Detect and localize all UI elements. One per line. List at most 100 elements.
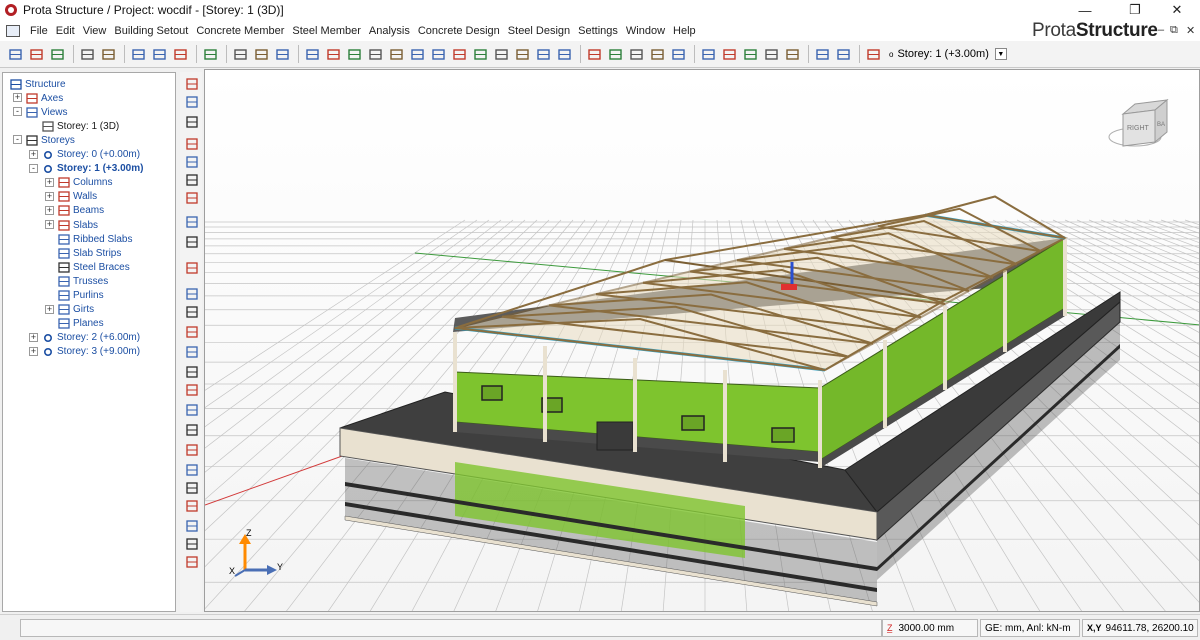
t-section-icon[interactable] [183,114,200,130]
storey-up-icon[interactable] [183,324,200,340]
grid-view-icon[interactable] [699,45,718,64]
tree-item[interactable]: Purlins [57,289,104,303]
tree-item[interactable]: Planes [57,317,104,331]
save-icon[interactable] [48,45,67,64]
settings-dd-icon[interactable] [864,45,883,64]
expand-icon[interactable]: + [13,93,22,103]
tree-item[interactable]: + Walls [45,190,97,204]
redo-icon[interactable] [171,45,190,64]
tree-item[interactable]: Ribbed Slabs [57,232,132,246]
pencil-icon[interactable] [183,76,200,92]
brace-x-icon[interactable] [585,45,604,64]
globe-icon[interactable] [183,94,200,110]
menu-building-setout[interactable]: Building Setout [110,25,192,37]
storey-add-icon[interactable] [183,382,200,398]
tree-item[interactable]: + Storey: 0 (+0.00m) [29,148,140,162]
new-file-icon[interactable] [6,45,25,64]
menu-analysis[interactable]: Analysis [365,25,414,37]
close-button[interactable]: ✕ [1154,0,1200,20]
tree-item[interactable]: - Storeys [13,133,75,147]
delete-icon[interactable] [273,45,292,64]
storey-list-icon[interactable] [183,364,200,380]
open-folder-icon[interactable] [27,45,46,64]
tree-item[interactable]: + Beams [45,204,104,218]
brace-icon[interactable] [492,45,511,64]
copy-icon[interactable] [129,45,148,64]
section-cut-icon[interactable] [183,214,200,230]
layers-icon[interactable] [813,45,832,64]
zoom-out-icon[interactable] [183,190,200,206]
3d-viewport[interactable]: Z X Y RIGHT BA [204,69,1200,612]
storey-plan-icon[interactable] [183,260,200,276]
mdi-restore-button[interactable]: ⧉ [1170,24,1178,37]
storey-print-icon[interactable] [183,518,200,534]
report-icon[interactable] [783,45,802,64]
storey-move-icon[interactable] [183,442,200,458]
storey-render-icon[interactable] [183,536,200,552]
tree-item[interactable]: Slab Strips [57,246,121,260]
storey-check-icon[interactable] [183,554,200,570]
line-icon[interactable] [324,45,343,64]
purlin-icon[interactable] [606,45,625,64]
column-icon[interactable] [366,45,385,64]
tree-item[interactable]: - Views [13,105,68,119]
tree-item[interactable]: + Storey: 2 (+6.00m) [29,331,140,345]
copy-view-icon[interactable] [183,234,200,250]
expand-icon[interactable]: + [29,332,38,342]
menu-edit[interactable]: Edit [52,25,79,37]
undo-icon[interactable] [150,45,169,64]
collapse-icon[interactable]: - [13,107,22,117]
zoom-window-icon[interactable] [183,136,200,152]
roof-icon[interactable] [627,45,646,64]
tree-item[interactable]: Structure [9,77,66,91]
select-window-icon[interactable] [252,45,271,64]
expand-icon[interactable]: + [29,149,38,159]
analysis-icon[interactable] [669,45,688,64]
storey-delete-icon[interactable] [183,422,200,438]
wall-icon[interactable] [387,45,406,64]
tree-item[interactable]: + Axes [13,91,63,105]
minimize-button[interactable]: — [1062,0,1108,20]
beam-icon[interactable] [408,45,427,64]
collapse-icon[interactable]: - [13,135,22,145]
zoom-extents-icon[interactable] [201,45,220,64]
truss-icon[interactable] [471,45,490,64]
pointer-icon[interactable] [303,45,322,64]
chevron-down-icon[interactable]: ▼ [994,48,1007,60]
zoom-in-icon[interactable] [183,172,200,188]
tree-item[interactable]: Trusses [57,274,108,288]
foundation-icon[interactable] [534,45,553,64]
tree-item[interactable]: - Storey: 1 (+3.00m) [29,162,143,176]
axis-icon[interactable] [345,45,364,64]
menu-concrete-design[interactable]: Concrete Design [414,25,504,37]
storey-filter-icon[interactable] [183,480,200,496]
3d-scene[interactable]: Z X Y RIGHT BA [205,70,1200,612]
expand-icon[interactable]: + [45,191,54,201]
storey-down-icon[interactable] [183,344,200,360]
maximize-button[interactable]: ❐ [1112,0,1158,20]
layers-icon[interactable] [183,286,200,302]
mdi-close-button[interactable]: ✕ [1186,24,1195,37]
steel-beam-icon[interactable] [450,45,469,64]
list-icon[interactable] [834,45,853,64]
document-icon[interactable] [6,24,20,37]
section-icon[interactable] [555,45,574,64]
expand-icon[interactable]: + [29,346,38,356]
menu-file[interactable]: File [26,25,52,37]
rotate-icon[interactable] [183,154,200,170]
menu-steel-design[interactable]: Steel Design [504,25,574,37]
grid-select-icon[interactable] [183,304,200,320]
tree-item[interactable]: + Columns [45,176,112,190]
menu-settings[interactable]: Settings [574,25,622,37]
check-icon[interactable] [762,45,781,64]
storey-props-icon[interactable] [183,462,200,478]
expand-icon[interactable]: + [45,205,54,215]
menu-help[interactable]: Help [669,25,700,37]
tree-item[interactable]: + Girts [45,303,94,317]
storey-settings-icon[interactable] [183,498,200,514]
stair-icon[interactable] [513,45,532,64]
menu-view[interactable]: View [79,25,111,37]
tree-item[interactable]: Storey: 1 (3D) [41,119,119,133]
print-preview-icon[interactable] [99,45,118,64]
menu-concrete-member[interactable]: Concrete Member [192,25,288,37]
